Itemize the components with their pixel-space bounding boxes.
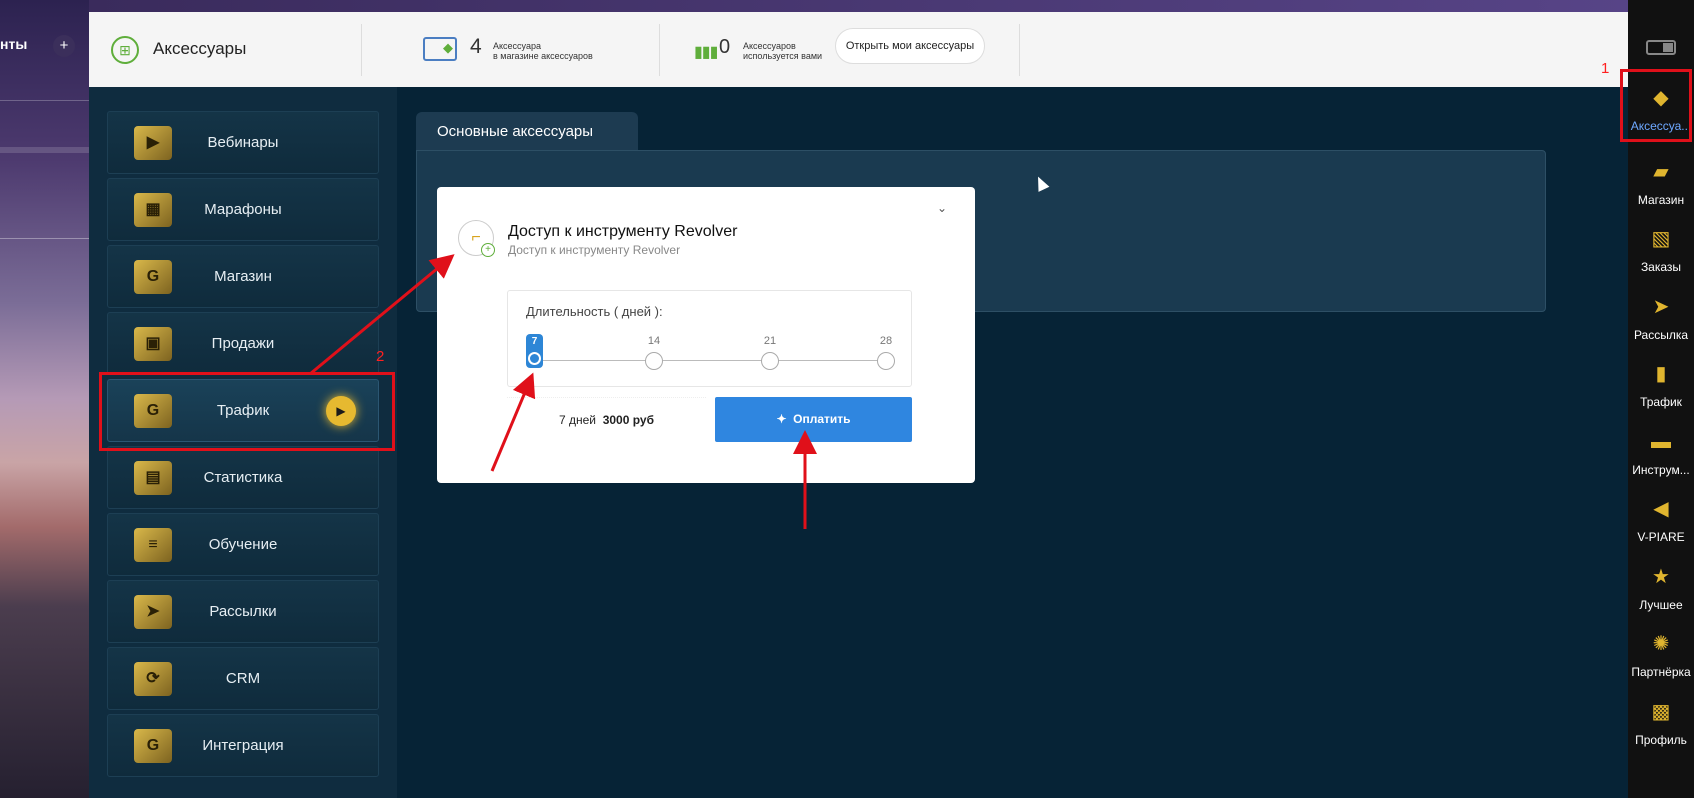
header-divider xyxy=(361,24,362,76)
background-divider xyxy=(0,100,89,101)
price-days: 7 дней xyxy=(559,413,597,427)
sidebar-item-crm[interactable]: ⟳ CRM xyxy=(107,647,379,710)
duration-selector: Длительность ( дней ): 14 21 28 7 xyxy=(507,290,912,387)
tick-label: 28 xyxy=(879,335,893,347)
sidebar-item-learning[interactable]: ≡ Обучение xyxy=(107,513,379,576)
top-band xyxy=(89,0,1628,12)
tab-main-accessories[interactable]: Основные аксессуары xyxy=(416,112,638,150)
used-label-line1: Аксессуаров xyxy=(743,41,796,51)
duration-label: Длительность ( дней ): xyxy=(526,304,663,319)
annotation-label-1: 1 xyxy=(1601,60,1610,77)
sidebar-item-label: Обучение xyxy=(208,536,278,553)
store-label-line2: в магазине аксессуаров xyxy=(493,51,593,61)
dock-item-orders[interactable]: ▧ Заказы xyxy=(1628,218,1694,284)
background-divider xyxy=(0,147,89,153)
tick-label: 21 xyxy=(763,335,777,347)
pay-button[interactable]: ✦ Оплатить xyxy=(715,397,912,442)
used-label: Аксессуаров используется вами xyxy=(743,41,822,61)
slider-knob-21[interactable] xyxy=(761,352,779,370)
used-label-line2: используется вами xyxy=(743,51,823,61)
pay-button-label: Оплатить xyxy=(793,412,851,426)
sidebar-item-label: Продажи xyxy=(211,335,275,352)
store-count: 4 xyxy=(470,35,482,58)
header: ⊞ Аксессуары ◆ 4 Аксессуара в магазине а… xyxy=(89,12,1628,87)
dock-item-profile[interactable]: ▩ Профиль xyxy=(1628,691,1694,757)
toggle-icon[interactable] xyxy=(1646,40,1676,55)
dock-item-partner[interactable]: ✺ Партнёрка xyxy=(1628,623,1694,689)
sidebar-item-shop[interactable]: G Магазин xyxy=(107,245,379,308)
annotation-box-2 xyxy=(99,372,395,451)
dock-item-v-piare[interactable]: ◀ V-PIARE xyxy=(1628,488,1694,554)
dock-item-label: Партнёрка xyxy=(1631,665,1691,679)
sidebar-item-label: Статистика xyxy=(203,469,283,486)
dock-item-label: Рассылка xyxy=(1633,328,1689,342)
header-divider xyxy=(1019,24,1020,76)
dock-item-best[interactable]: ★ Лучшее xyxy=(1628,556,1694,622)
product-subtitle: Доступ к инструменту Revolver xyxy=(508,243,681,257)
background-photo xyxy=(0,0,89,798)
shopping-bag-icon: ▰ xyxy=(1653,161,1669,183)
megaphone-icon: ◀ xyxy=(1653,498,1669,520)
dock-item-shop[interactable]: ▰ Магазин xyxy=(1628,151,1694,217)
dock-item-label: Заказы xyxy=(1640,260,1682,274)
add-icon[interactable]: + xyxy=(53,35,75,57)
paper-plane-icon: ➤ xyxy=(1652,296,1670,318)
sidebar-item-sales[interactable]: ▣ Продажи xyxy=(107,312,379,375)
accessories-logo-icon: ⊞ xyxy=(111,36,139,64)
selected-tick-label: 7 xyxy=(531,336,538,347)
dock-item-label: Инструм... xyxy=(1632,463,1690,477)
monitor-icon: ◆ xyxy=(423,37,457,61)
sidebar-item-statistics[interactable]: ▤ Статистика xyxy=(107,446,379,509)
dock-item-label: Трафик xyxy=(1640,395,1682,409)
sidebar-item-label: Магазин xyxy=(214,268,272,285)
background-partial-text: нты xyxy=(0,36,28,52)
store-label-line1: Аксессуара xyxy=(493,41,541,51)
sidebar-item-webinars[interactable]: ▶ Вебинары xyxy=(107,111,379,174)
dock-item-label: Лучшее xyxy=(1639,598,1683,612)
used-count: 0 xyxy=(719,36,731,58)
main-content: Основные аксессуары ⌄ ⌐ + Доступ к инстр… xyxy=(397,87,1628,798)
product-title: Доступ к инструменту Revolver xyxy=(508,223,738,240)
plus-diamond-icon: ✦ xyxy=(776,412,787,426)
dock-item-label: V-PIARE xyxy=(1637,530,1685,544)
bars-icon: ▮▮▮ xyxy=(694,44,718,61)
chevron-down-icon[interactable]: ⌄ xyxy=(937,201,947,215)
sidebar-item-label: Вебинары xyxy=(207,134,279,151)
orders-icon: ▧ xyxy=(1651,228,1671,250)
header-divider xyxy=(659,24,660,76)
background-divider xyxy=(0,238,89,239)
sidebar-item-label: Рассылки xyxy=(209,603,277,620)
price-amount: 3000 руб xyxy=(602,413,654,427)
open-my-accessories-button[interactable]: Открыть мои аксессуары xyxy=(835,28,985,64)
page-title: Аксессуары xyxy=(153,39,247,58)
dock-item-traffic[interactable]: ▮ Трафик xyxy=(1628,353,1694,419)
trophy-icon: ★ xyxy=(1652,566,1670,588)
dock-item-label: Профиль xyxy=(1635,733,1687,747)
sidebar-item-label: Марафоны xyxy=(204,201,282,218)
product-card: ⌄ ⌐ + Доступ к инструменту Revolver Дост… xyxy=(437,187,975,483)
mouse-icon: ▮ xyxy=(1655,363,1667,385)
store-label: Аксессуара в магазине аксессуаров xyxy=(493,41,593,61)
profile-box-icon: ▩ xyxy=(1651,701,1671,723)
knob-dot xyxy=(528,352,541,365)
sidebar-item-label: CRM xyxy=(225,670,261,687)
slider-knob-selected[interactable]: 7 xyxy=(526,334,543,368)
sidebar-item-label: Интеграция xyxy=(202,737,284,754)
sidebar-item-mailings[interactable]: ➤ Рассылки xyxy=(107,580,379,643)
annotation-box-1 xyxy=(1620,69,1692,142)
slider-knob-28[interactable] xyxy=(877,352,895,370)
dock-item-tools[interactable]: ▬ Инструм... xyxy=(1628,421,1694,487)
sidebar-item-integration[interactable]: G Интеграция xyxy=(107,714,379,777)
sidebar-item-marathons[interactable]: ▦ Марафоны xyxy=(107,178,379,241)
toolbox-icon: ▬ xyxy=(1651,431,1671,453)
plus-icon: + xyxy=(481,243,495,257)
dock-item-label: Магазин xyxy=(1637,193,1685,207)
annotation-label-2: 2 xyxy=(376,348,385,365)
gear-icon: ✺ xyxy=(1652,633,1670,655)
slider-knob-14[interactable] xyxy=(645,352,663,370)
dock-item-mailing[interactable]: ➤ Рассылка xyxy=(1628,286,1694,352)
slider-track[interactable] xyxy=(534,360,885,361)
tick-label: 14 xyxy=(647,335,661,347)
price-summary: 7 дней 3000 руб xyxy=(507,397,706,442)
